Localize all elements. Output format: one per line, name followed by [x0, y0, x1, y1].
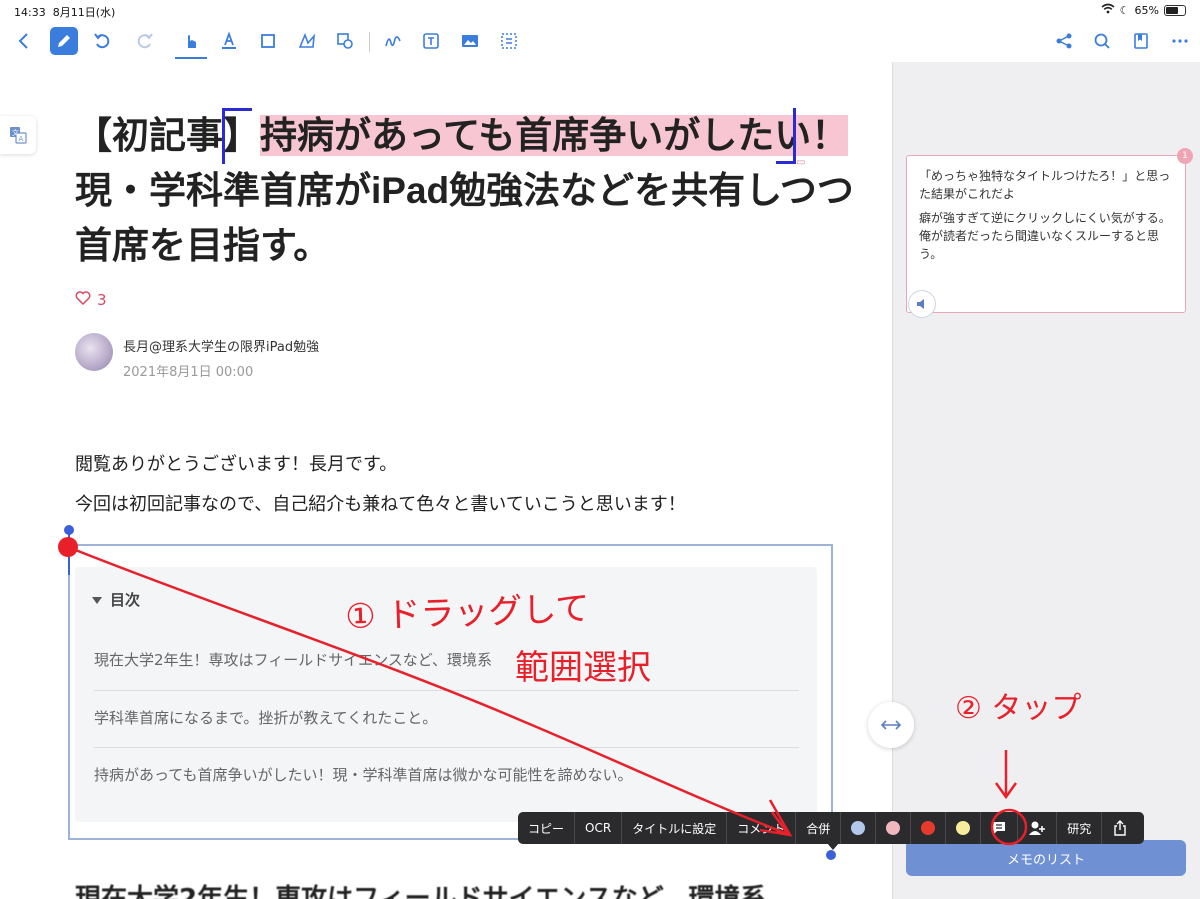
color-swatch-yellow[interactable]	[946, 812, 982, 844]
annotation-step1b: 範囲選択	[515, 648, 651, 688]
toolbar-separator	[369, 32, 370, 52]
swatch-dot	[921, 821, 936, 835]
comment-marker-icon[interactable]: ▭	[796, 157, 805, 168]
memo-line: 癖が強すぎて逆にクリックしにくい気がする。	[919, 211, 1171, 225]
bookmark-icon[interactable]	[1127, 27, 1155, 55]
search-icon[interactable]	[1088, 27, 1116, 55]
selection-context-menu: コピー OCR タイトルに設定 コメント 合併 研究	[518, 812, 1144, 844]
add-person-icon[interactable]	[1018, 812, 1058, 844]
highlighter-icon[interactable]	[215, 27, 243, 55]
selection-end-handle[interactable]	[776, 108, 796, 164]
swatch-dot	[956, 821, 971, 835]
swatch-dot	[886, 821, 901, 835]
title-highlight[interactable]: 持病があっても首席争いがしたい！	[260, 115, 849, 156]
share-icon[interactable]	[1102, 812, 1138, 844]
color-swatch-pink[interactable]	[876, 812, 912, 844]
undo-icon[interactable]	[88, 27, 116, 55]
like-button[interactable]: 3	[75, 291, 107, 309]
color-swatch-red[interactable]	[911, 812, 947, 844]
author-block: 長月@理系大学生の限界iPad勉強 2021年8月1日 00:00	[75, 333, 319, 380]
annotation-step2: ② タップ	[955, 691, 1082, 726]
swatch-dot	[851, 821, 866, 835]
ocr-button[interactable]: OCR	[575, 812, 623, 844]
select-icon[interactable]	[495, 27, 523, 55]
pen-icon[interactable]	[50, 27, 78, 55]
pane-resize-handle[interactable]	[868, 702, 914, 748]
wifi-icon	[1101, 3, 1115, 17]
more-icon[interactable]	[1166, 27, 1194, 55]
comment-button[interactable]: コメント	[727, 812, 797, 844]
merge-button[interactable]: 合併	[796, 812, 842, 844]
heart-icon	[75, 291, 91, 309]
hand-icon[interactable]	[175, 27, 207, 59]
svg-text:A: A	[19, 135, 24, 143]
moon-icon: ☾	[1119, 3, 1130, 17]
memo-count-badge: 1	[1177, 148, 1193, 164]
title-rest: 現・学科準首席がiPad勉強法などを共有しつつ首席を目指す。	[75, 170, 854, 266]
next-section-heading: 現在大学2年生！専攻はフィールドサイエンスなど、環境系	[75, 884, 767, 899]
avatar[interactable]	[75, 333, 113, 371]
paragraph-1: 閲覧ありがとうございます！長月です。	[75, 454, 398, 475]
speaker-icon[interactable]	[908, 290, 936, 318]
article-title: 【初記事】持病があっても首席争いがしたい！ 現・学科準首席がiPad勉強法などを共…	[75, 108, 855, 273]
color-swatch-blue[interactable]	[841, 812, 877, 844]
rectangle-icon[interactable]	[254, 27, 282, 55]
research-button[interactable]: 研究	[1057, 812, 1103, 844]
status-time: 14:33 8月11日(水)	[14, 6, 116, 19]
set-title-button[interactable]: タイトルに設定	[622, 812, 728, 844]
battery-percent: 65%	[1134, 3, 1159, 17]
memo-list-button[interactable]: メモのリスト	[906, 840, 1186, 876]
author-name[interactable]: 長月@理系大学生の限界iPad勉強	[123, 336, 319, 355]
memo-icon[interactable]	[981, 812, 1019, 844]
back-chevron-icon[interactable]	[10, 27, 38, 55]
translate-icon[interactable]: 文A	[0, 116, 36, 154]
annotation-step1: ① ドラッグして	[344, 588, 591, 638]
publish-date: 2021年8月1日 00:00	[123, 365, 254, 380]
status-right: ☾ 65%	[1101, 3, 1186, 17]
status-bar: 14:33 8月11日(水) ☾ 65%	[0, 0, 1200, 22]
scribble-icon[interactable]	[379, 27, 407, 55]
context-menu-pointer	[827, 843, 839, 850]
lasso-icon[interactable]	[293, 27, 321, 55]
share-tree-icon[interactable]	[1050, 27, 1078, 55]
memo-card[interactable]: 「めっちゃ独特なタイトルつけたろ！」と思った結果がこれだよ 癖が強すぎて逆にクリ…	[906, 155, 1186, 313]
memo-line: 俺が読者だったら間違いなくスルーすると思う。	[919, 229, 1160, 261]
title-prefix: 【初記事】	[75, 115, 260, 156]
like-count: 3	[97, 291, 107, 309]
paragraph-2: 今回は初回記事なので、自己紹介も兼ねて色々と書いていこうと思います！	[75, 494, 686, 515]
shapes-icon[interactable]	[331, 27, 359, 55]
image-icon[interactable]	[456, 27, 484, 55]
memo-line: 「めっちゃ独特なタイトルつけたろ！」と思った結果がこれだよ	[919, 169, 1171, 201]
selection-start-handle[interactable]	[222, 108, 252, 164]
redo-icon[interactable]	[131, 27, 159, 55]
battery-icon	[1164, 4, 1186, 16]
copy-button[interactable]: コピー	[518, 812, 576, 844]
toolbar	[0, 24, 1200, 60]
textbox-icon[interactable]	[417, 27, 445, 55]
